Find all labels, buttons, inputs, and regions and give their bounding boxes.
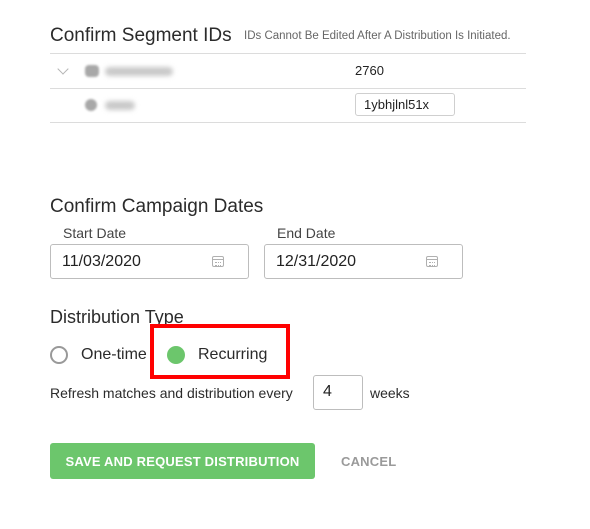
calendar-icon[interactable] [212, 256, 224, 267]
segment-row: 1ybhjlnl51x [50, 88, 526, 123]
save-request-distribution-button[interactable]: SAVE AND REQUEST DISTRIBUTION [50, 443, 315, 479]
start-date-value: 11/03/2020 [62, 253, 141, 270]
end-date-label: End Date [277, 225, 336, 241]
refresh-prefix-text: Refresh matches and distribution every [50, 385, 293, 401]
segment-id-input[interactable]: 1ybhjlnl51x [355, 93, 455, 116]
end-date-value: 12/31/2020 [276, 253, 357, 270]
segment-row: 2760 [50, 53, 526, 89]
highlight-box [150, 324, 290, 379]
pie-chart-icon [85, 99, 97, 111]
cancel-button[interactable]: CANCEL [341, 454, 396, 469]
segments-title: Confirm Segment IDs [50, 25, 232, 46]
start-date-label: Start Date [63, 225, 127, 241]
start-date-field[interactable]: 11/03/2020 [50, 244, 249, 279]
segment-id-value: 2760 [355, 63, 384, 78]
chevron-down-icon[interactable] [57, 63, 69, 75]
radio-unselected-icon[interactable] [50, 346, 68, 364]
refresh-weeks-input[interactable]: 4 [313, 375, 363, 410]
segment-name-redacted [105, 67, 173, 76]
segment-name-redacted [105, 101, 135, 110]
people-icon [85, 65, 99, 77]
dates-title: Confirm Campaign Dates [50, 196, 264, 217]
end-date-field[interactable]: 12/31/2020 [264, 244, 463, 279]
calendar-icon[interactable] [426, 256, 438, 267]
refresh-suffix-text: weeks [370, 385, 410, 401]
radio-label-one-time: One-time [81, 346, 147, 363]
segments-note: IDs Cannot Be Edited After A Distributio… [244, 30, 511, 42]
